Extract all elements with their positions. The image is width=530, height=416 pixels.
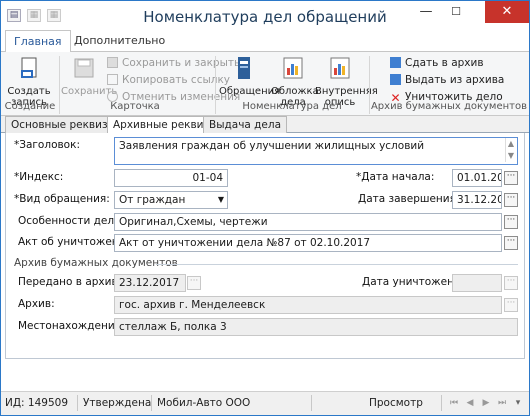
date-destr-field [452, 274, 502, 292]
vid-value: От граждан [119, 194, 186, 206]
maximize-button[interactable]: ☐ [441, 1, 471, 23]
index-label: *Индекс: [14, 171, 64, 183]
send-archive-icon [390, 57, 401, 68]
vydat-archive-button[interactable]: Выдать из архива [390, 72, 504, 88]
save-icon [74, 58, 94, 78]
group-archive-label: Архив бумажных документов [370, 101, 528, 112]
features-field[interactable]: Оригинал,Схемы, чертежи [114, 213, 502, 231]
features-label: Особенности дела: [18, 215, 125, 227]
tab-issue[interactable]: Выдача дела [203, 116, 288, 133]
save-button[interactable]: Сохранить [61, 56, 118, 97]
group-card-label: Карточка [110, 101, 160, 112]
destruction-act-field[interactable]: Акт от уничтожении дела №87 от 02.10.201… [114, 234, 502, 252]
vydat-archive-label: Выдать из архива [405, 74, 505, 86]
sdat-archive-label: Сдать в архив [405, 57, 484, 69]
date-start-field[interactable]: 01.01.2016 [452, 169, 502, 187]
vid-select[interactable]: От граждан ▼ [114, 191, 228, 209]
destruction-act-picker[interactable]: ··· [504, 236, 518, 250]
folder-book-icon [238, 57, 250, 79]
status-id: ИД: 149509 [5, 397, 69, 409]
status-state: Утверждена [83, 397, 152, 409]
group-create-label: Создание [4, 101, 56, 112]
form-panel: *Заголовок: Заявления граждан об улучшен… [5, 133, 525, 359]
location-field: стеллаж Б, полка 3 [114, 318, 518, 336]
features-picker[interactable]: ··· [504, 215, 518, 229]
archive-label: Архив: [18, 298, 55, 310]
date-start-label: *Дата начала: [356, 171, 435, 183]
copy-link-label: Копировать ссылку [122, 74, 231, 86]
save-close-icon [107, 57, 118, 68]
app-window: ▤ ▦ ▦ Номенклатура дел обращений — ☐ ✕ Г… [0, 0, 530, 416]
vid-label: *Вид обращения: [14, 193, 110, 205]
title-label: *Заголовок: [14, 139, 80, 151]
status-org: Мобил-Авто ООО [157, 397, 251, 409]
tab-home[interactable]: Главная [5, 30, 71, 53]
title-field[interactable]: Заявления граждан об улучшении жилищных … [114, 137, 518, 165]
next-record-icon[interactable]: ▶ [479, 396, 493, 410]
issue-archive-icon [390, 74, 401, 85]
index-field[interactable]: 01-04 [114, 169, 228, 187]
date-end-label: Дата завершения: [358, 193, 460, 205]
date-start-picker[interactable]: ··· [504, 171, 518, 185]
date-end-picker[interactable]: ··· [504, 193, 518, 207]
archive-field: гос. архив г. Менделеевск [114, 296, 502, 314]
title-bar: ▤ ▦ ▦ Номенклатура дел обращений — ☐ ✕ [1, 1, 529, 30]
record-menu-icon[interactable]: ▾ [511, 396, 525, 410]
peredano-picker: ··· [187, 276, 201, 290]
sdat-archive-button[interactable]: Сдать в архив [390, 55, 484, 71]
create-record-icon [21, 57, 37, 78]
prev-record-icon[interactable]: ◀ [463, 396, 477, 410]
group-nomenklatura-label: Номенклатура дел [242, 101, 342, 112]
archive-section-title: Архив бумажных документов [14, 257, 178, 269]
ribbon-tabs: Главная Дополнительно [1, 30, 529, 53]
copy-link-icon [107, 74, 118, 85]
minimize-button[interactable]: — [411, 1, 441, 23]
tab-extra[interactable]: Дополнительно [66, 30, 173, 52]
peredano-field: 23.12.2017 [114, 274, 186, 292]
close-button[interactable]: ✕ [485, 1, 529, 23]
last-record-icon[interactable]: ⏭ [495, 396, 509, 410]
date-destr-picker: ··· [504, 276, 518, 290]
archive-picker: ··· [504, 298, 518, 312]
obrasheniya-button[interactable]: Обращения [219, 56, 281, 97]
report-chart-icon [283, 57, 303, 79]
document-tabs: Основные реквизиты Архивные реквизиты Вы… [1, 116, 529, 134]
first-record-icon[interactable]: ⏮ [447, 396, 461, 410]
ribbon: Создать запись Создание Сохранить Сохран… [1, 52, 529, 116]
report-chart-icon [330, 57, 350, 79]
date-end-field[interactable]: 31.12.2016 [452, 191, 502, 209]
obrasheniya-label: Обращения [219, 86, 281, 97]
location-label: Местонахождение: [18, 320, 125, 332]
status-bar: ИД: 149509 Утверждена Мобил-Авто ООО Про… [1, 391, 529, 415]
peredano-label: Передано в архив: [18, 276, 122, 288]
save-label: Сохранить [61, 86, 118, 97]
status-mode: Просмотр [369, 397, 423, 409]
copy-link-button[interactable]: Копировать ссылку [107, 72, 230, 88]
title-scroll[interactable]: ▲ ▼ [505, 138, 516, 162]
chevron-down-icon: ▼ [217, 195, 224, 204]
